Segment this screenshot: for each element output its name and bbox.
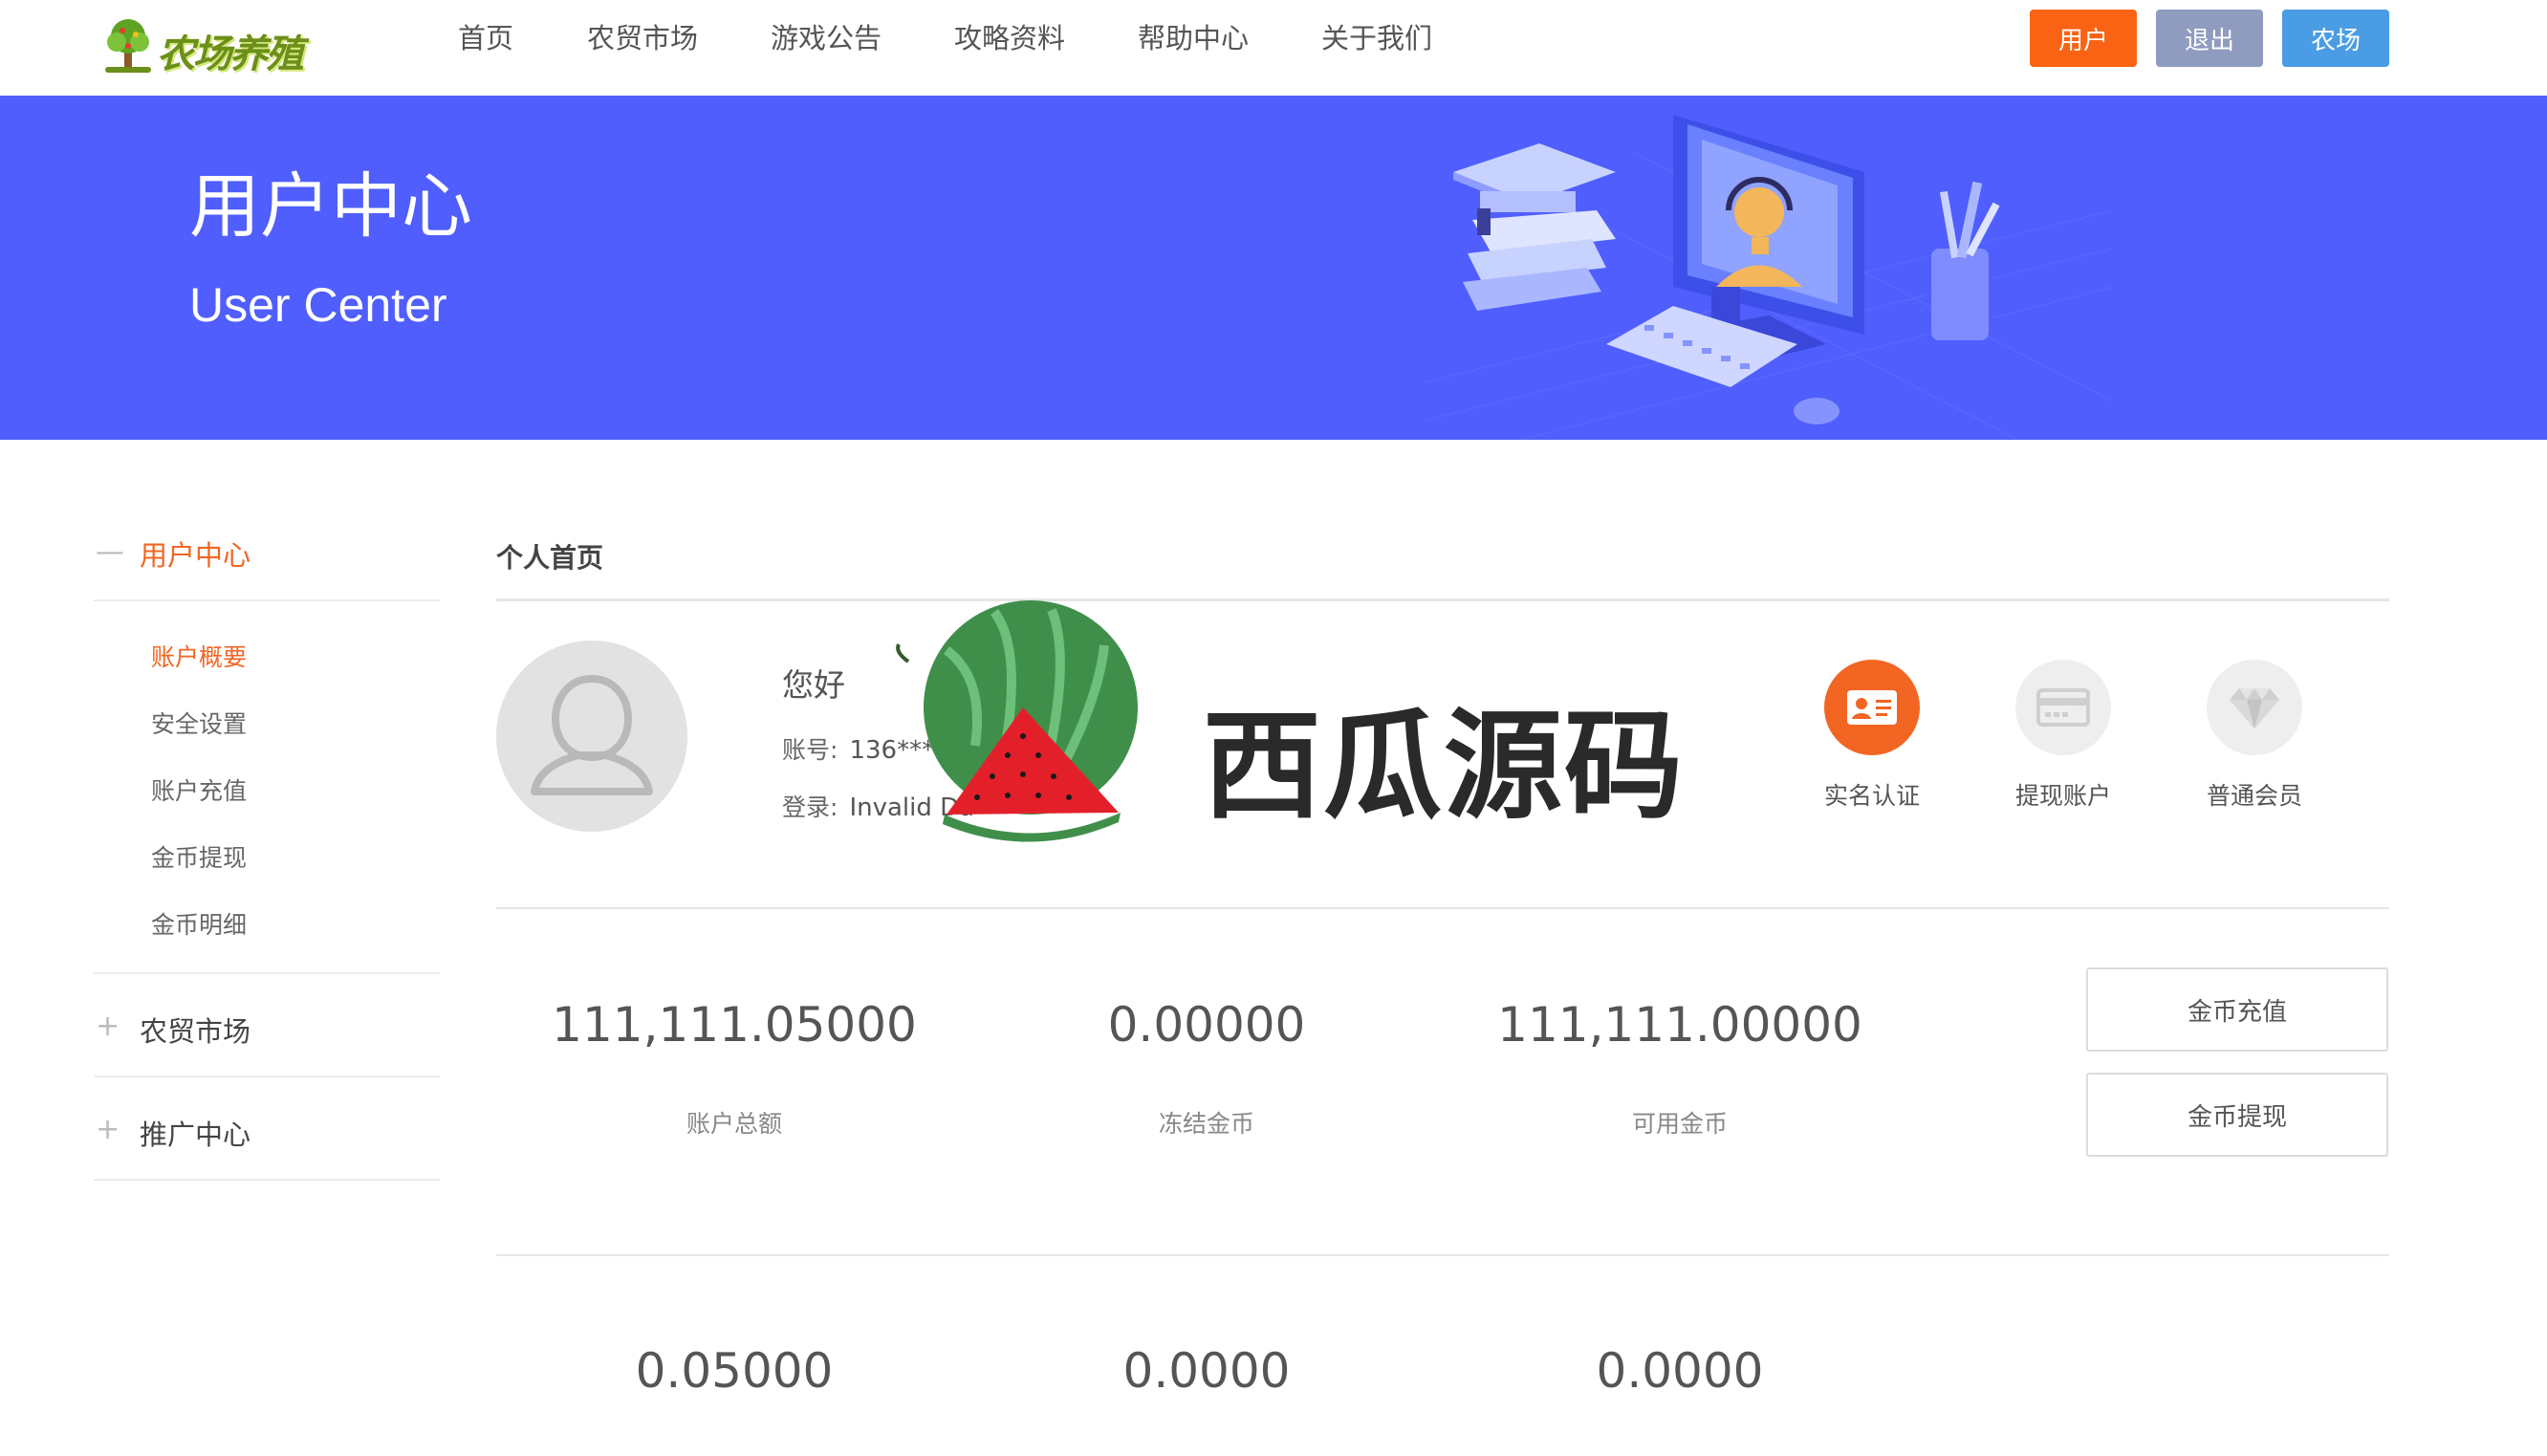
membership-label: 普通会员 xyxy=(2206,782,2302,810)
greeting: 您好 xyxy=(782,666,845,704)
watermark-text: 西瓜源码 xyxy=(1203,698,1686,836)
sidebar-divider xyxy=(94,599,440,601)
frozen-coins-value: 0.00000 xyxy=(1107,997,1306,1053)
user-center-banner: 用户中心 User Center xyxy=(0,96,2547,440)
computer-illustration xyxy=(1425,115,2113,440)
sidebar-subitem-recharge[interactable]: 账户充值 xyxy=(151,772,247,807)
sidebar-subitem-account-overview[interactable]: 账户概要 xyxy=(151,639,247,673)
login-label: 登录: xyxy=(782,793,838,821)
stat-value: 0.05000 xyxy=(635,1343,834,1399)
nav-announcements[interactable]: 游戏公告 xyxy=(771,19,882,57)
nav-help[interactable]: 帮助中心 xyxy=(1138,19,1249,57)
section-divider xyxy=(496,1254,2389,1256)
available-coins-label: 可用金币 xyxy=(1631,1110,1728,1138)
sidebar-divider xyxy=(94,1179,440,1181)
watermelon-icon xyxy=(896,600,1138,842)
collapse-icon[interactable]: — xyxy=(96,535,124,569)
nav-guides[interactable]: 攻略资料 xyxy=(954,19,1065,57)
sidebar-item-market[interactable]: 农贸市场 xyxy=(140,1010,250,1050)
withdraw-account-label: 提现账户 xyxy=(2014,782,2111,810)
banner-title: 用户中心 xyxy=(189,165,472,248)
stat-value: 0.0000 xyxy=(1596,1343,1764,1399)
coin-recharge-button[interactable]: 金币充值 xyxy=(2086,967,2388,1052)
expand-icon[interactable]: + xyxy=(96,1010,120,1043)
diamond-icon xyxy=(2230,688,2279,728)
sidebar-divider xyxy=(94,972,440,974)
user-silhouette-icon xyxy=(531,674,653,795)
site-logo[interactable]: 农场养殖 xyxy=(98,10,317,78)
frozen-coins-label: 冻结金币 xyxy=(1158,1110,1254,1138)
membership-button[interactable] xyxy=(2207,660,2302,755)
logo-text: 农场养殖 xyxy=(157,33,304,76)
coin-withdraw-button[interactable]: 金币提现 xyxy=(2086,1073,2388,1157)
stat-value: 0.0000 xyxy=(1122,1343,1291,1399)
tree-icon xyxy=(105,19,151,73)
nav-about[interactable]: 关于我们 xyxy=(1321,19,1432,57)
title-divider xyxy=(496,598,2389,601)
section-divider xyxy=(496,907,2389,909)
sidebar-divider xyxy=(94,1076,440,1077)
account-label: 账号: xyxy=(782,736,838,764)
available-coins-value: 111,111.00000 xyxy=(1497,997,1862,1053)
real-name-verification-label: 实名认证 xyxy=(1823,782,1920,810)
sidebar-item-promotion[interactable]: 推广中心 xyxy=(140,1113,250,1153)
farm-button[interactable]: 农场 xyxy=(2282,10,2389,67)
nav-home[interactable]: 首页 xyxy=(458,19,513,57)
withdraw-account-button[interactable] xyxy=(2015,660,2111,755)
sidebar-subitem-coin-details[interactable]: 金币明细 xyxy=(151,906,247,941)
page-title: 个人首页 xyxy=(496,542,604,574)
sidebar-subitem-security[interactable]: 安全设置 xyxy=(151,706,247,740)
avatar[interactable] xyxy=(496,641,687,832)
sidebar-item-user-center[interactable]: 用户中心 xyxy=(140,533,250,574)
nav-market[interactable]: 农贸市场 xyxy=(587,19,698,57)
expand-icon[interactable]: + xyxy=(96,1113,120,1146)
bank-card-icon xyxy=(2036,688,2090,727)
banner-subtitle: User Center xyxy=(189,278,447,332)
total-balance-value: 111,111.05000 xyxy=(552,997,917,1053)
real-name-verification-button[interactable] xyxy=(1824,660,1920,755)
logout-button[interactable]: 退出 xyxy=(2156,10,2263,67)
user-button[interactable]: 用户 xyxy=(2030,10,2137,67)
total-balance-label: 账户总额 xyxy=(686,1110,782,1138)
sidebar-subitem-withdraw[interactable]: 金币提现 xyxy=(151,839,247,874)
id-card-icon xyxy=(1847,690,1897,725)
top-header: 农场养殖 首页 农贸市场 游戏公告 攻略资料 帮助中心 关于我们 用户 退出 农… xyxy=(0,0,2547,96)
